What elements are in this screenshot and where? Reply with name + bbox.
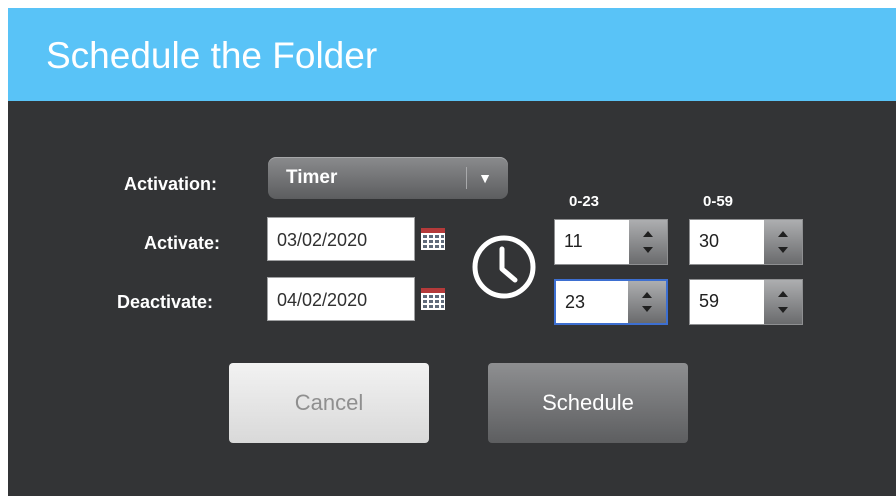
stepper-buttons[interactable] <box>628 281 666 323</box>
cancel-button[interactable]: Cancel <box>229 363 429 443</box>
activation-select[interactable]: Timer ▼ <box>268 157 508 199</box>
stepper-up-icon[interactable] <box>778 231 788 237</box>
activate-hour-stepper[interactable]: 11 <box>554 219 668 265</box>
stepper-up-icon[interactable] <box>642 292 652 298</box>
stepper-up-icon[interactable] <box>778 291 788 297</box>
calendar-icon[interactable] <box>421 228 445 250</box>
deactivate-hour-stepper[interactable]: 23 <box>554 279 668 325</box>
deactivate-date-input[interactable]: 04/02/2020 <box>267 277 415 321</box>
hour-range-label: 0-23 <box>569 193 600 210</box>
stepper-buttons[interactable] <box>764 280 802 324</box>
deactivate-label: Deactivate: <box>117 292 214 312</box>
schedule-dialog: Schedule the Folder Activation: Activate… <box>8 8 896 496</box>
stepper-down-icon[interactable] <box>643 247 653 253</box>
activate-hour-value: 11 <box>564 231 583 251</box>
minute-range-label: 0-59 <box>703 193 734 210</box>
stepper-down-icon[interactable] <box>778 247 788 253</box>
deactivate-hour-value: 23 <box>565 292 586 312</box>
dialog-header: Schedule the Folder <box>8 8 896 101</box>
chevron-down-icon[interactable]: ▼ <box>475 168 495 188</box>
activate-date-value: 03/02/2020 <box>277 230 368 250</box>
dropdown-separator <box>466 167 467 189</box>
stepper-buttons[interactable] <box>764 220 802 264</box>
deactivate-date-value: 04/02/2020 <box>277 290 368 310</box>
stepper-up-icon[interactable] <box>643 231 653 237</box>
deactivate-minute-stepper[interactable]: 59 <box>689 279 803 325</box>
calendar-icon[interactable] <box>421 288 445 310</box>
activate-label: Activate: <box>144 233 221 253</box>
activation-label: Activation: <box>124 174 218 194</box>
dialog-title: Schedule the Folder <box>46 35 378 76</box>
stepper-down-icon[interactable] <box>778 307 788 313</box>
activate-minute-value: 30 <box>699 231 720 251</box>
deactivate-minute-value: 59 <box>699 291 720 311</box>
activate-minute-stepper[interactable]: 30 <box>689 219 803 265</box>
schedule-button[interactable]: Schedule <box>488 363 688 443</box>
stepper-buttons[interactable] <box>629 220 667 264</box>
activate-date-input[interactable]: 03/02/2020 <box>267 217 415 261</box>
clock-icon <box>472 235 536 299</box>
activation-selected-value: Timer <box>286 167 338 188</box>
stepper-down-icon[interactable] <box>642 306 652 312</box>
